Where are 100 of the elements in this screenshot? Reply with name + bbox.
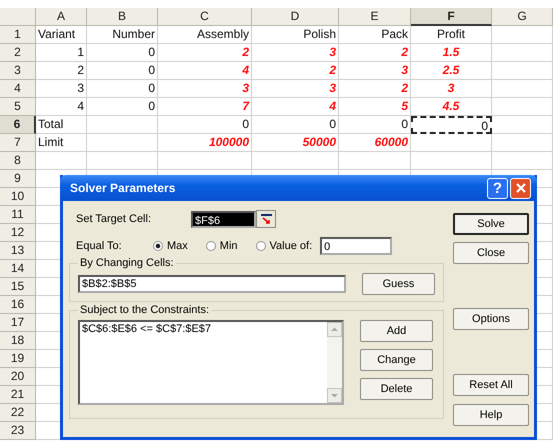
row-header[interactable]: 8	[0, 152, 36, 170]
dialog-button[interactable]: Options	[453, 308, 529, 330]
scroll-up-icon[interactable]	[327, 322, 342, 337]
target-cell-label: Set Target Cell:	[76, 213, 152, 225]
column-header[interactable]: A	[36, 8, 87, 26]
row-header[interactable]: 12	[0, 224, 36, 242]
table-cell: 0	[87, 62, 158, 80]
radio-button[interactable]: Value of:	[256, 240, 312, 252]
row-header[interactable]: 10	[0, 188, 36, 206]
dialog-button[interactable]: Help	[453, 404, 529, 426]
table-cell: 3	[252, 80, 339, 98]
table-cell: 0	[87, 80, 158, 98]
table-cell: 0	[87, 44, 158, 62]
table-cell: Profit	[411, 26, 492, 44]
table-cell: Number	[87, 26, 158, 44]
table-cell: Limit	[36, 134, 87, 152]
table-cell	[36, 152, 87, 170]
column-header[interactable]: E	[339, 8, 411, 26]
row-header[interactable]: 14	[0, 260, 36, 278]
table-cell: 2	[158, 44, 252, 62]
table-cell: 1	[36, 44, 87, 62]
row-header[interactable]: 16	[0, 296, 36, 314]
close-button[interactable]	[510, 178, 531, 198]
table-cell: 3	[411, 80, 492, 98]
table-cell: Variant	[36, 26, 87, 44]
range-arrow-icon	[260, 214, 272, 224]
table-cell: 2	[339, 80, 411, 98]
table-cell	[492, 134, 553, 152]
table-cell: 2	[36, 62, 87, 80]
select-all-corner[interactable]	[0, 8, 36, 26]
table-cell: 100000	[158, 134, 252, 152]
table-cell: 3	[36, 80, 87, 98]
table-cell	[87, 134, 158, 152]
target-cell-field[interactable]: $F$6	[191, 210, 256, 228]
row-header[interactable]: 2	[0, 44, 36, 62]
table-cell: 50000	[252, 134, 339, 152]
window-title: Solver Parameters	[70, 181, 176, 195]
help-button[interactable]: ?	[487, 178, 508, 198]
column-header[interactable]: D	[252, 8, 339, 26]
column-header[interactable]: F	[411, 8, 492, 26]
guess-button[interactable]: Guess	[362, 273, 435, 295]
constraint-button[interactable]: Change	[360, 349, 433, 371]
table-cell: 4	[158, 62, 252, 80]
column-header[interactable]: G	[492, 8, 553, 26]
table-cell	[492, 26, 553, 44]
row-header[interactable]: 1	[0, 26, 36, 44]
row-header[interactable]: 20	[0, 368, 36, 386]
table-cell: 0	[87, 98, 158, 116]
constraint-button[interactable]: Delete	[360, 378, 433, 400]
row-header[interactable]: 21	[0, 386, 36, 404]
value-field[interactable]: 0	[320, 237, 392, 255]
radio-button[interactable]: Min	[206, 240, 238, 252]
table-cell: 2.5	[411, 62, 492, 80]
row-header[interactable]: 23	[0, 422, 36, 440]
row-header[interactable]: 13	[0, 242, 36, 260]
table-cell: Pack	[339, 26, 411, 44]
scroll-down-icon[interactable]	[327, 388, 342, 403]
row-header[interactable]: 19	[0, 350, 36, 368]
dialog-button[interactable]: Close	[453, 242, 529, 264]
column-header[interactable]: B	[87, 8, 158, 26]
table-cell: 0	[411, 116, 492, 134]
dialog-button[interactable]: Solve	[453, 213, 529, 235]
row-header[interactable]: 11	[0, 206, 36, 224]
table-cell: 7	[158, 98, 252, 116]
row-header[interactable]: 18	[0, 332, 36, 350]
table-cell	[492, 152, 553, 170]
table-cell: 4	[36, 98, 87, 116]
constraint-button[interactable]: Add	[360, 320, 433, 342]
dialog-button[interactable]: Reset All	[453, 374, 529, 396]
table-cell	[492, 98, 553, 116]
row-header[interactable]: 22	[0, 404, 36, 422]
equal-to-label: Equal To:	[76, 240, 123, 252]
list-item[interactable]: $C$6:$E$6 <= $C$7:$E$7	[82, 323, 325, 335]
table-cell: Assembly	[158, 26, 252, 44]
table-cell: 3	[339, 62, 411, 80]
radio-button[interactable]: Max	[153, 240, 188, 252]
row-header[interactable]: 3	[0, 62, 36, 80]
table-cell: 1.5	[411, 44, 492, 62]
row-header[interactable]: 6	[0, 116, 36, 134]
table-cell	[87, 116, 158, 134]
table-cell: 3	[158, 80, 252, 98]
row-header[interactable]: 17	[0, 314, 36, 332]
row-header[interactable]: 7	[0, 134, 36, 152]
scrollbar[interactable]	[327, 322, 342, 403]
row-header[interactable]: 15	[0, 278, 36, 296]
column-header[interactable]: C	[158, 8, 252, 26]
table-cell: 5	[339, 98, 411, 116]
constraints-list[interactable]: $C$6:$E$6 <= $C$7:$E$7	[78, 320, 344, 405]
table-cell: Total	[36, 116, 87, 134]
table-cell	[492, 80, 553, 98]
table-cell: 2	[252, 62, 339, 80]
table-cell: 60000	[339, 134, 411, 152]
row-header[interactable]: 9	[0, 170, 36, 188]
close-icon	[514, 182, 526, 194]
table-cell	[492, 62, 553, 80]
range-select-button[interactable]	[256, 210, 276, 228]
table-cell	[492, 44, 553, 62]
row-header[interactable]: 5	[0, 98, 36, 116]
changing-cells-field[interactable]: $B$2:$B$5	[78, 275, 346, 293]
row-header[interactable]: 4	[0, 80, 36, 98]
